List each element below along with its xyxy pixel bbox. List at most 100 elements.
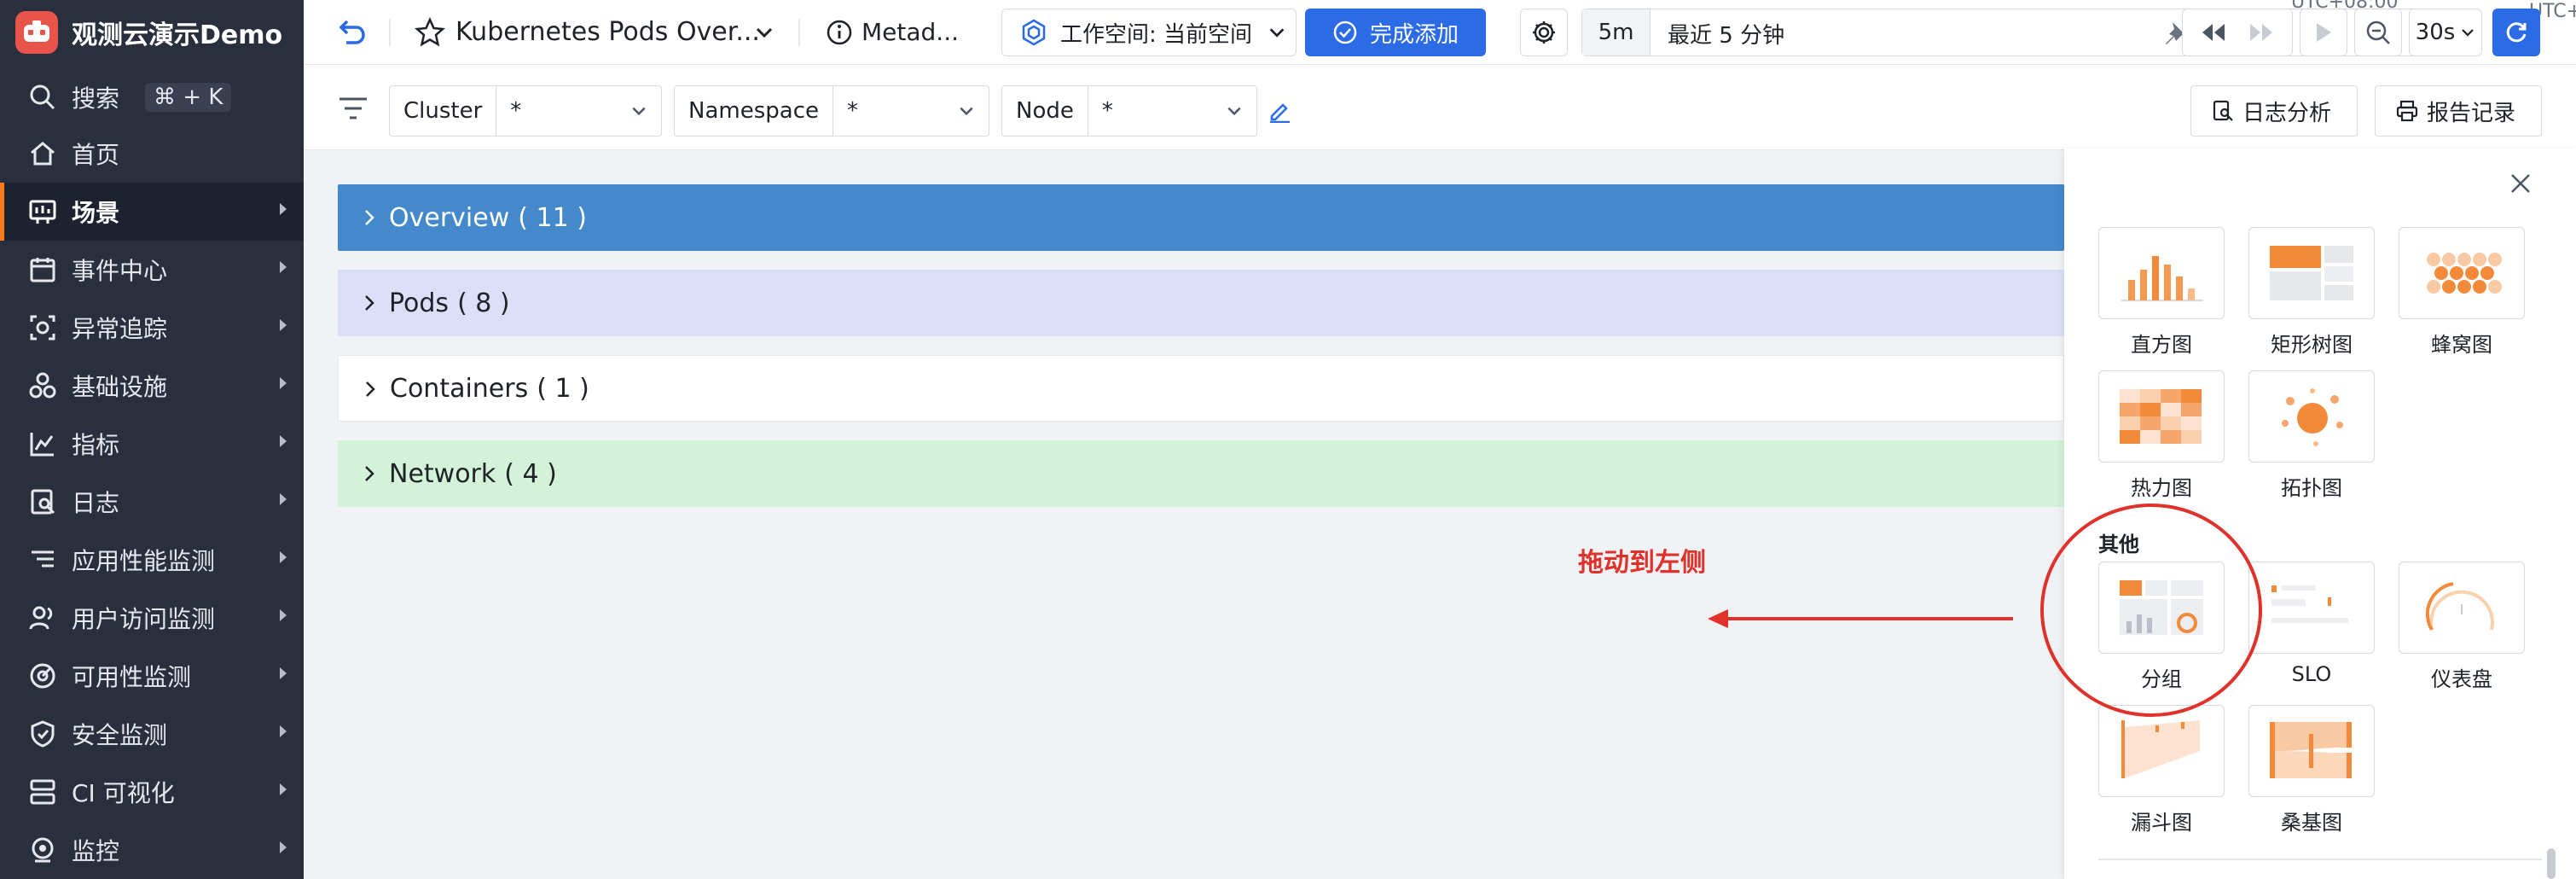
brand-title: 观测云演示Demo (72, 20, 283, 50)
sidebar-item-security[interactable]: 安全监测 (0, 705, 304, 763)
zoom-out-icon (2365, 20, 2391, 45)
star-icon[interactable] (415, 17, 445, 48)
sidebar-item-label: 监控 (72, 837, 120, 865)
chevron-down-icon[interactable] (754, 22, 775, 43)
group-count: ( 11 ) (518, 202, 587, 233)
workspace-label: 工作空间: 当前空间 (1060, 21, 1253, 48)
filter-value[interactable]: * (496, 86, 661, 136)
sidebar-item-events[interactable]: 事件中心 (0, 241, 304, 299)
log-analysis-label: 日志分析 (2242, 100, 2332, 126)
group-name: Containers (390, 373, 529, 404)
chart-type-histogram[interactable] (2098, 227, 2225, 319)
log-analysis-icon (2212, 100, 2234, 122)
refresh-interval-label: 30s (2415, 20, 2456, 45)
filter-namespace[interactable]: Namespace * (674, 85, 989, 137)
sidebar-item-rum[interactable]: 用户访问监测 (0, 589, 304, 647)
done-add-label: 完成添加 (1369, 21, 1459, 48)
chart-type-honeycomb[interactable] (2399, 227, 2525, 319)
chevron-right-icon (280, 493, 287, 505)
filter-value[interactable]: * (1088, 86, 1256, 136)
availability-icon (26, 659, 60, 693)
infrastructure-icon (26, 369, 60, 403)
chart-type-heatmap[interactable] (2098, 370, 2225, 463)
undo-icon[interactable] (334, 15, 368, 49)
sidebar-search[interactable]: 搜索 ⌘ + K (0, 68, 304, 126)
fast-forward-icon[interactable] (2237, 24, 2285, 41)
chevron-down-icon (632, 107, 646, 116)
group-name: Pods (389, 288, 450, 318)
chart-type-label: SLO (2291, 662, 2332, 686)
sidebar-item-logs[interactable]: 日志 (0, 473, 304, 531)
chart-type-slo[interactable] (2248, 562, 2375, 654)
sidebar-item-metrics[interactable]: 指标 (0, 415, 304, 473)
chart-type-gauge[interactable] (2399, 562, 2525, 654)
edit-icon[interactable] (1268, 99, 1291, 123)
sidebar-search-label: 搜索 (72, 84, 120, 113)
info-icon[interactable] (826, 19, 853, 46)
group-row-network[interactable]: Network ( 4 ) (338, 440, 2064, 507)
sidebar-item-label: 指标 (72, 431, 120, 459)
refresh-button[interactable] (2492, 9, 2540, 56)
chart-type-label: 桑基图 (2281, 811, 2342, 835)
sidebar-item-label: 用户访问监测 (72, 605, 216, 633)
filter-cluster[interactable]: Cluster * (389, 85, 662, 137)
filter-label: Namespace (675, 86, 833, 136)
chart-type-label: 蜂窝图 (2431, 333, 2492, 357)
workspace-icon (1019, 18, 1048, 47)
filter-value[interactable]: * (833, 86, 989, 136)
filter-value-text: * (510, 98, 522, 124)
filter-icon[interactable] (338, 96, 368, 121)
sidebar-item-scenes[interactable]: 场景 (0, 183, 304, 241)
divider (389, 19, 391, 46)
heatmap-icon (2120, 389, 2202, 444)
sidebar-item-home[interactable]: 首页 (0, 125, 304, 183)
sidebar-item-label: 异常追踪 (72, 315, 168, 343)
sidebar-item-ci[interactable]: CI 可视化 (0, 763, 304, 821)
close-icon[interactable] (2508, 171, 2533, 196)
chart-type-topology[interactable] (2248, 370, 2375, 463)
check-circle-icon (1332, 20, 1358, 45)
playback-controls (2182, 9, 2293, 56)
topology-icon (2282, 388, 2343, 446)
settings-button[interactable] (1520, 9, 1568, 56)
report-records-button[interactable]: 报告记录 (2375, 85, 2542, 137)
chevron-right-icon (280, 667, 287, 679)
rum-icon (26, 601, 60, 635)
log-analysis-button[interactable]: 日志分析 (2190, 85, 2358, 137)
sidebar-item-label: CI 可视化 (72, 779, 175, 807)
highlight-circle (2040, 504, 2262, 717)
group-name: Overview (389, 202, 510, 233)
filter-node[interactable]: Node * (1001, 85, 1257, 137)
play-button[interactable] (2300, 9, 2347, 56)
chevron-right-icon (280, 609, 287, 621)
brand[interactable]: 观测云演示Demo (0, 0, 304, 65)
sidebar-item-availability[interactable]: 可用性监测 (0, 647, 304, 705)
chart-type-funnel[interactable] (2098, 705, 2225, 797)
chevron-right-icon (280, 261, 287, 273)
group-row-overview[interactable]: Overview ( 11 ) (338, 184, 2064, 251)
monitor-icon (26, 833, 60, 867)
filter-label: Cluster (390, 86, 497, 136)
group-row-containers[interactable]: Containers ( 1 ) (338, 355, 2064, 422)
done-add-button[interactable]: 完成添加 (1305, 9, 1486, 56)
search-shortcut: ⌘ + K (145, 83, 232, 112)
group-count: ( 1 ) (537, 373, 589, 404)
time-quick-label[interactable]: 5m (1582, 9, 1651, 55)
chart-type-sankey[interactable] (2248, 705, 2375, 797)
chevron-right-icon (280, 319, 287, 331)
chart-type-treemap[interactable] (2248, 227, 2375, 319)
sidebar-item-infrastructure[interactable]: 基础设施 (0, 357, 304, 415)
brand-logo-icon (15, 11, 58, 54)
refresh-interval-select[interactable]: 30s (2409, 9, 2482, 56)
sidebar-item-monitor[interactable]: 监控 (0, 821, 304, 879)
sidebar-item-apm[interactable]: 应用性能监测 (0, 531, 304, 589)
panel-scrollbar[interactable] (2547, 848, 2556, 879)
sidebar-item-label: 首页 (72, 141, 120, 169)
group-row-pods[interactable]: Pods ( 8 ) (338, 270, 2064, 336)
dashboard-title[interactable]: Kubernetes Pods Over... (455, 17, 760, 47)
workspace-select[interactable]: 工作空间: 当前空间 (1001, 9, 1297, 56)
metadata-link[interactable]: Metad... (862, 18, 959, 46)
sidebar-item-issues[interactable]: 异常追踪 (0, 299, 304, 357)
zoom-out-button[interactable] (2354, 9, 2402, 56)
rewind-icon[interactable] (2190, 24, 2237, 41)
